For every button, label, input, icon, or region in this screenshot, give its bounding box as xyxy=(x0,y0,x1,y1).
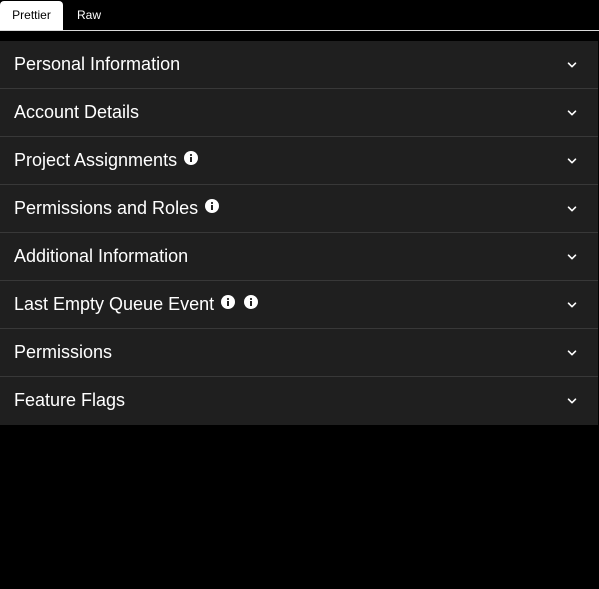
info-circle-icon[interactable] xyxy=(221,294,236,309)
view-tabbar: Prettier Raw xyxy=(0,0,599,31)
chevron-down-icon[interactable] xyxy=(566,107,578,119)
section-title: Project Assignments xyxy=(14,150,178,170)
section-feature-flags[interactable]: Feature Flags xyxy=(0,377,598,425)
chevron-down-icon[interactable] xyxy=(566,203,578,215)
chevron-down-icon[interactable] xyxy=(566,251,578,263)
section-last-empty-queue-event[interactable]: Last Empty Queue Event xyxy=(0,281,598,329)
section-title: Additional Information xyxy=(14,246,189,266)
section-permissions-and-roles[interactable]: Permissions and Roles xyxy=(0,185,598,233)
section-project-assignments[interactable]: Project Assignments xyxy=(0,137,598,185)
section-account-details[interactable]: Account Details xyxy=(0,89,598,137)
section-permissions[interactable]: Permissions xyxy=(0,329,598,377)
section-title: Permissions and Roles xyxy=(14,198,199,218)
info-circle-icon[interactable] xyxy=(205,198,220,213)
chevron-down-icon[interactable] xyxy=(566,395,578,407)
tab-prettier[interactable]: Prettier xyxy=(0,1,63,30)
section-additional-information[interactable]: Additional Information xyxy=(0,233,598,281)
tab-raw[interactable]: Raw xyxy=(63,1,115,30)
chevron-down-icon[interactable] xyxy=(566,59,578,71)
section-title: Account Details xyxy=(14,102,140,122)
chevron-down-icon[interactable] xyxy=(566,347,578,359)
section-title: Feature Flags xyxy=(14,390,126,410)
section-personal-information[interactable]: Personal Information xyxy=(0,41,598,89)
section-title: Last Empty Queue Event xyxy=(14,294,215,314)
accordion: Personal Information Account Details Pro… xyxy=(0,41,598,425)
section-title: Permissions xyxy=(14,342,113,362)
info-circle-icon[interactable] xyxy=(244,294,259,309)
info-circle-icon[interactable] xyxy=(184,150,199,165)
section-title: Personal Information xyxy=(14,54,181,74)
chevron-down-icon[interactable] xyxy=(566,155,578,167)
chevron-down-icon[interactable] xyxy=(566,299,578,311)
